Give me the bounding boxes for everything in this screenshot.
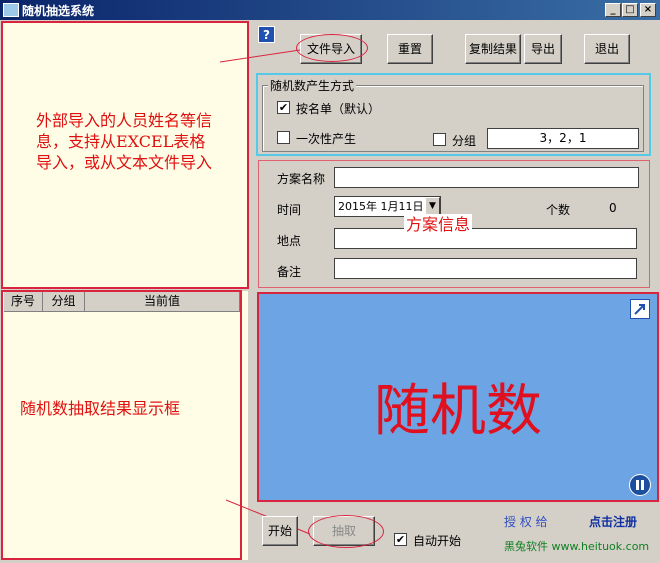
maximize-button[interactable]: □	[622, 3, 638, 17]
results-panel-highlight	[1, 290, 242, 560]
place-label: 地点	[277, 234, 302, 248]
authorized-to-label: 授 权 给	[504, 515, 548, 529]
app-window: 随机抽选系统 _ □ × 外部导入的人员姓名等信息，支持从EXCEL表格导入，或…	[0, 0, 660, 563]
group-label: 分组	[452, 134, 477, 148]
auto-start-checkbox[interactable]: ✔	[394, 533, 407, 546]
plan-note: 方案信息	[404, 214, 473, 235]
once-checkbox[interactable]	[277, 131, 290, 144]
random-mode-title: 随机数产生方式	[268, 77, 357, 94]
auto-start-label: 自动开始	[413, 534, 462, 548]
import-note: 外部导入的人员姓名等信息，支持从EXCEL表格导入，或从文本文件导入	[36, 110, 216, 173]
plan-name-input[interactable]	[334, 167, 639, 188]
count-value: 0	[609, 201, 617, 215]
remark-label: 备注	[277, 265, 302, 279]
app-icon	[3, 3, 19, 17]
copy-results-button[interactable]: 复制结果	[465, 34, 521, 64]
count-label: 个数	[546, 203, 571, 217]
title-bar[interactable]: 随机抽选系统 _ □ ×	[0, 0, 660, 20]
plan-name-label: 方案名称	[277, 172, 326, 186]
display-highlight	[257, 292, 659, 502]
by-list-checkbox[interactable]: ✔	[277, 101, 290, 114]
vendor-link[interactable]: 黑兔软件 www.heituok.com	[504, 538, 649, 554]
start-button[interactable]: 开始	[262, 516, 298, 546]
draw-button-highlight	[308, 515, 384, 548]
register-link[interactable]: 点击注册	[589, 513, 637, 530]
once-label: 一次性产生	[296, 132, 357, 146]
remark-input[interactable]	[334, 258, 637, 279]
export-button[interactable]: 导出	[524, 34, 562, 64]
by-list-label: 按名单（默认）	[296, 102, 381, 116]
group-checkbox[interactable]	[433, 133, 446, 146]
close-button[interactable]: ×	[640, 3, 656, 17]
help-icon[interactable]: ?	[258, 26, 275, 43]
place-input[interactable]	[334, 228, 637, 249]
minimize-button[interactable]: _	[605, 3, 621, 17]
window-title: 随机抽选系统	[22, 4, 95, 18]
results-note: 随机数抽取结果显示框	[20, 398, 220, 419]
import-button-highlight	[296, 34, 368, 62]
time-label: 时间	[277, 203, 302, 217]
reset-button[interactable]: 重置	[387, 34, 433, 64]
group-input[interactable]: 3，2，1	[487, 128, 639, 149]
exit-button[interactable]: 退出	[584, 34, 630, 64]
date-value: 2015年 1月11日	[338, 200, 424, 213]
